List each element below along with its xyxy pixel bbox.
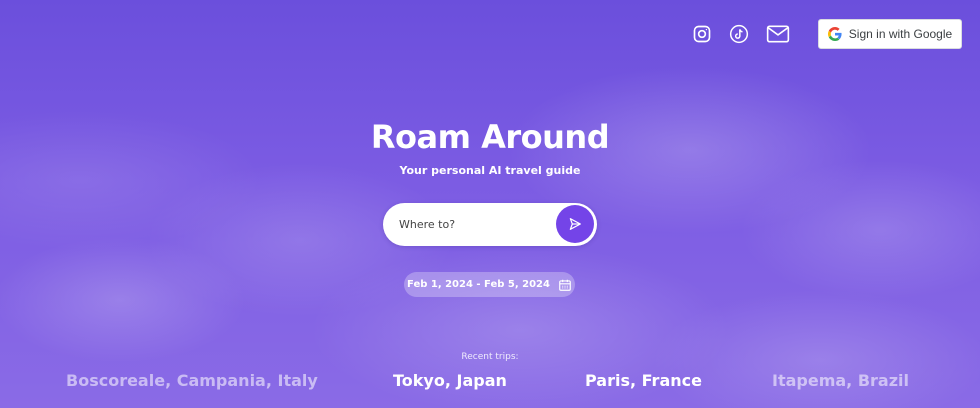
recent-trip-item[interactable]: Itapema, Brazil xyxy=(772,371,909,390)
date-range-text: Feb 1, 2024 - Feb 5, 2024 xyxy=(407,279,550,290)
destination-input[interactable] xyxy=(399,218,549,231)
google-signin-button[interactable]: Sign in with Google xyxy=(818,19,962,49)
google-logo-icon xyxy=(827,27,842,41)
recent-trips-label: Recent trips: xyxy=(461,352,519,362)
destination-search-box xyxy=(383,203,597,246)
mail-icon[interactable] xyxy=(765,23,791,45)
recent-trip-item[interactable]: Boscoreale, Campania, Italy xyxy=(66,371,318,390)
hero: Roam Around Your personal AI travel guid… xyxy=(0,118,980,177)
send-icon xyxy=(569,218,581,230)
top-bar: Sign in with Google xyxy=(691,19,962,49)
tiktok-icon[interactable] xyxy=(728,23,750,45)
page-subtitle: Your personal AI travel guide xyxy=(399,164,581,177)
recent-trip-item[interactable]: Paris, France xyxy=(585,371,702,390)
submit-button[interactable] xyxy=(556,205,594,243)
instagram-icon[interactable] xyxy=(691,23,713,45)
page-title: Roam Around xyxy=(370,118,610,156)
calendar-icon xyxy=(559,279,571,291)
recent-trip-item[interactable]: Tokyo, Japan xyxy=(393,371,507,390)
google-signin-label: Sign in with Google xyxy=(848,27,953,41)
date-range-picker[interactable]: Feb 1, 2024 - Feb 5, 2024 xyxy=(404,272,575,297)
